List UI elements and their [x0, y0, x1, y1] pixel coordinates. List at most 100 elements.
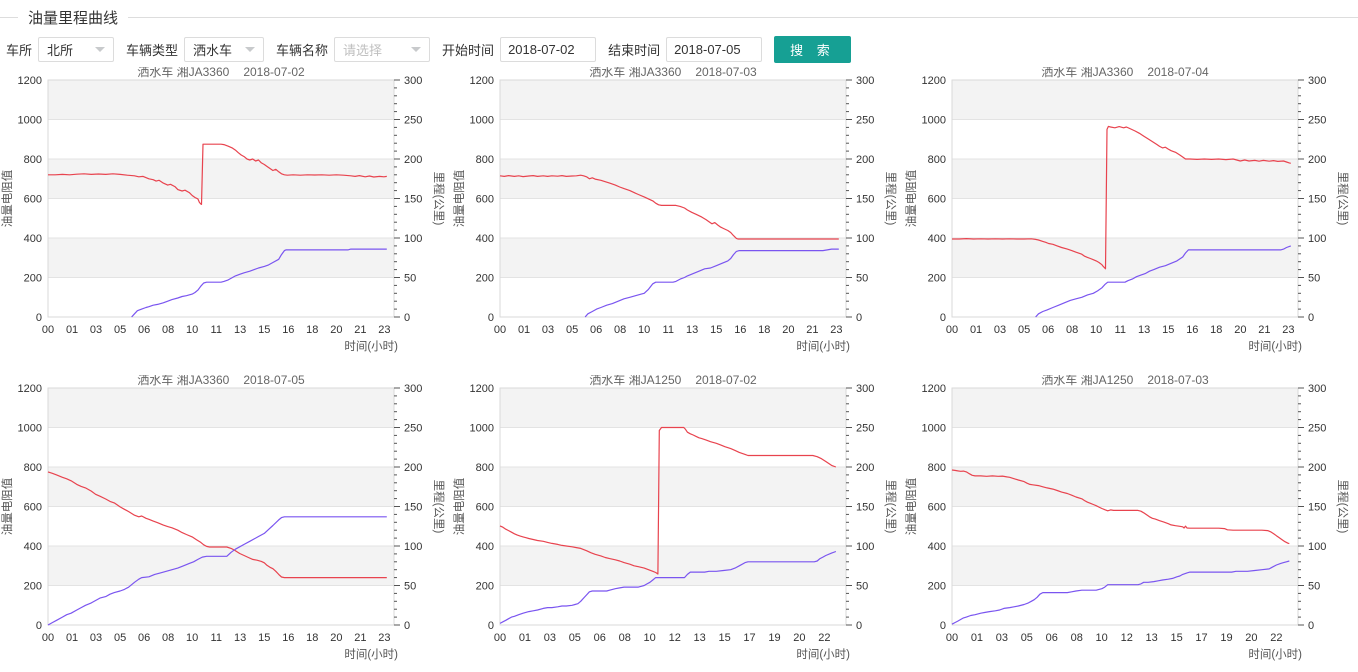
left-axis-tick-label: 0: [36, 620, 42, 632]
left-axis-name: 油量电阻值: [904, 169, 918, 227]
right-axis-name: 里程(公里): [1336, 172, 1349, 226]
left-axis-tick-label: 800: [928, 462, 946, 474]
split-area-band: [500, 80, 846, 120]
x-axis-tick-label: 00: [946, 632, 958, 644]
x-axis-tick-label: 15: [258, 632, 270, 644]
chevron-down-icon: [95, 47, 105, 52]
x-axis-tick-label: 12: [669, 632, 681, 644]
x-axis-tick-label: 10: [1090, 324, 1102, 336]
x-axis-tick-label: 03: [544, 632, 556, 644]
x-axis-tick-label: 05: [1021, 632, 1033, 644]
left-axis-tick-label: 0: [488, 312, 494, 324]
split-area-band: [952, 546, 1298, 586]
chart-cell-2: 0200400600800100012000501001502002503000…: [452, 67, 904, 359]
left-axis-tick-label: 1200: [922, 383, 946, 395]
split-area-band: [48, 467, 394, 507]
x-axis-tick-label: 00: [494, 632, 506, 644]
left-axis-name: 油量电阻值: [0, 477, 14, 535]
x-axis-tick-label: 05: [114, 324, 126, 336]
depot-select[interactable]: 北所: [38, 37, 114, 62]
chart-title: 洒水车 湘JA33602018-07-03: [589, 67, 757, 79]
left-axis-tick-label: 1000: [470, 423, 494, 435]
chart-cell-1: 0200400600800100012000501001502002503000…: [0, 67, 452, 359]
x-axis-tick-label: 13: [694, 632, 706, 644]
depot-select-value: 北所: [47, 40, 73, 59]
right-axis-tick-label: 200: [856, 154, 874, 166]
split-area-band: [500, 159, 846, 199]
x-axis-tick-label: 05: [114, 632, 126, 644]
x-axis-tick-label: 19: [1220, 632, 1232, 644]
left-axis-tick-label: 800: [24, 154, 42, 166]
left-axis-tick-label: 200: [928, 273, 946, 285]
x-axis-tick-label: 06: [138, 324, 150, 336]
x-axis-tick-label: 10: [186, 632, 198, 644]
start-time-input[interactable]: [500, 37, 596, 62]
section-header: 油量里程曲线: [0, 4, 1358, 30]
right-axis-tick-label: 150: [404, 502, 422, 514]
end-time-input[interactable]: [666, 37, 762, 62]
left-axis-tick-label: 1000: [922, 115, 946, 127]
x-axis-tick-label: 21: [354, 324, 366, 336]
x-axis-tick-label: 00: [42, 324, 54, 336]
x-axis-tick-label: 03: [542, 324, 554, 336]
right-axis-tick-label: 250: [404, 115, 422, 127]
x-axis-tick-label: 11: [663, 324, 674, 336]
left-axis-name: 油量电阻值: [452, 169, 466, 227]
fuel-mileage-chart: 0200400600800100012000501001502002503000…: [0, 67, 452, 359]
fuel-mileage-chart: 0200400600800100012000501001502002503000…: [904, 67, 1356, 359]
chart-cell-5: 0200400600800100012000501001502002503000…: [452, 375, 904, 667]
x-axis-tick-label: 17: [743, 632, 755, 644]
x-axis-tick-label: 08: [1071, 632, 1083, 644]
left-axis-tick-label: 1200: [18, 75, 42, 87]
vehicle-type-label: 车辆类型: [126, 40, 178, 59]
x-axis-tick-label: 01: [66, 324, 78, 336]
search-button[interactable]: 搜 索: [774, 36, 851, 63]
right-axis-tick-label: 100: [856, 541, 874, 553]
x-axis-tick-label: 18: [306, 324, 318, 336]
vehicle-name-label: 车辆名称: [276, 40, 328, 59]
x-axis-tick-label: 08: [162, 324, 174, 336]
left-axis-tick-label: 400: [928, 233, 946, 245]
x-axis-tick-label: 21: [354, 632, 366, 644]
fuel-mileage-chart: 0200400600800100012000501001502002503000…: [452, 375, 904, 667]
x-axis-tick-label: 15: [258, 324, 270, 336]
start-time-label: 开始时间: [442, 40, 494, 59]
split-area-band: [500, 388, 846, 428]
right-axis-tick-label: 300: [856, 75, 874, 87]
split-area-band: [952, 80, 1298, 120]
left-axis-tick-label: 400: [476, 541, 494, 553]
chart-cell-6: 0200400600800100012000501001502002503000…: [904, 375, 1356, 667]
end-time-label: 结束时间: [608, 40, 660, 59]
x-axis-tick-label: 03: [90, 632, 102, 644]
x-axis-tick-label: 01: [518, 324, 530, 336]
split-area-band: [500, 467, 846, 507]
left-axis-tick-label: 200: [476, 581, 494, 593]
right-axis-tick-label: 0: [1308, 620, 1314, 632]
left-axis-tick-label: 0: [36, 312, 42, 324]
vehicle-type-select[interactable]: 洒水车: [184, 37, 264, 62]
x-axis-tick-label: 22: [1270, 632, 1282, 644]
x-axis-name: 时间(小时): [344, 648, 398, 661]
split-area-band: [48, 388, 394, 428]
x-axis-tick-label: 15: [710, 324, 722, 336]
left-axis-tick-label: 1200: [470, 383, 494, 395]
right-axis-tick-label: 150: [1308, 194, 1326, 206]
left-axis-tick-label: 400: [476, 233, 494, 245]
x-axis-tick-label: 05: [566, 324, 578, 336]
x-axis-tick-label: 16: [1186, 324, 1198, 336]
x-axis-tick-label: 08: [162, 632, 174, 644]
x-axis-tick-label: 13: [1146, 632, 1158, 644]
right-axis-tick-label: 250: [404, 423, 422, 435]
left-axis-tick-label: 1200: [470, 75, 494, 87]
x-axis-tick-label: 03: [994, 324, 1006, 336]
right-axis-tick-label: 200: [404, 462, 422, 474]
x-axis-tick-label: 10: [186, 324, 198, 336]
chart-cell-4: 0200400600800100012000501001502002503000…: [0, 375, 452, 667]
fuel-mileage-chart: 0200400600800100012000501001502002503000…: [452, 67, 904, 359]
right-axis-tick-label: 100: [404, 541, 422, 553]
divider-line-left: [0, 17, 18, 18]
right-axis-tick-label: 100: [1308, 233, 1326, 245]
x-axis-tick-label: 06: [138, 632, 150, 644]
vehicle-name-select[interactable]: 请选择: [334, 37, 430, 62]
right-axis-tick-label: 250: [856, 115, 874, 127]
